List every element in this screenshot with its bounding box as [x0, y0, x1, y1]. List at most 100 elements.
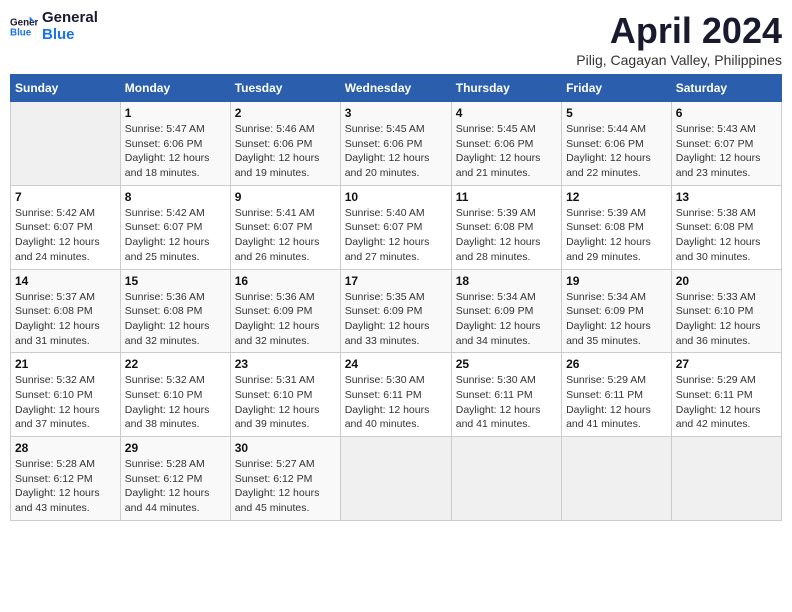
- calendar-cell: 7Sunrise: 5:42 AMSunset: 6:07 PMDaylight…: [11, 185, 121, 269]
- day-number: 18: [456, 274, 557, 288]
- calendar-cell: 9 Sunrise: 5:41 AMSunset: 6:07 PMDaylight…: [230, 185, 340, 269]
- calendar-cell: 17 Sunrise: 5:35 AMSunset: 6:09 PMDayligh…: [340, 269, 451, 353]
- logo-icon: General Blue: [10, 13, 38, 41]
- day-info: Sunrise: 5:34 AMSunset: 6:09 PMDaylight:…: [456, 290, 557, 349]
- calendar-cell: [451, 437, 561, 521]
- weekday-header: Sunday: [11, 75, 121, 102]
- day-number: 17: [345, 274, 447, 288]
- day-number: 7: [15, 190, 116, 204]
- day-number: 22: [125, 357, 226, 371]
- calendar-week-row: 14Sunrise: 5:37 AMSunset: 6:08 PMDayligh…: [11, 269, 782, 353]
- calendar-cell: 16Sunrise: 5:36 AMSunset: 6:09 PMDayligh…: [230, 269, 340, 353]
- day-number: 24: [345, 357, 447, 371]
- calendar-cell: [562, 437, 672, 521]
- calendar-cell: [11, 102, 121, 186]
- day-number: 30: [235, 441, 336, 455]
- calendar-cell: 10 Sunrise: 5:40 AMSunset: 6:07 PMDayligh…: [340, 185, 451, 269]
- day-info: Sunrise: 5:35 AMSunset: 6:09 PMDaylight:…: [345, 290, 447, 349]
- day-number: 3: [345, 106, 447, 120]
- calendar-table: SundayMondayTuesdayWednesdayThursdayFrid…: [10, 74, 782, 521]
- day-number: 23: [235, 357, 336, 371]
- calendar-cell: 21Sunrise: 5:32 AMSunset: 6:10 PMDayligh…: [11, 353, 121, 437]
- calendar-cell: 19 Sunrise: 5:34 AMSunset: 6:09 PMDayligh…: [562, 269, 672, 353]
- weekday-header: Friday: [562, 75, 672, 102]
- calendar-cell: 29Sunrise: 5:28 AMSunset: 6:12 PMDayligh…: [120, 437, 230, 521]
- calendar-cell: 30 Sunrise: 5:27 AMSunset: 6:12 PMDayligh…: [230, 437, 340, 521]
- calendar-week-row: 7 Sunrise: 5:42 AMSunset: 6:07 PMDaylight…: [11, 185, 782, 269]
- calendar-week-row: 21 Sunrise: 5:32 AMSunset: 6:10 PMDayligh…: [11, 353, 782, 437]
- calendar-cell: 20 Sunrise: 5:33 AMSunset: 6:10 PMDayligh…: [671, 269, 781, 353]
- day-info: Sunrise: 5:34 AMSunset: 6:09 PMDaylight:…: [566, 290, 667, 349]
- calendar-cell: 14Sunrise: 5:37 AMSunset: 6:08 PMDayligh…: [11, 269, 121, 353]
- calendar-cell: 24 Sunrise: 5:30 AMSunset: 6:11 PMDayligh…: [340, 353, 451, 437]
- day-number: 6: [676, 106, 777, 120]
- day-number: 19: [566, 274, 667, 288]
- day-info: Sunrise: 5:42 AMSunset: 6:07 PMDaylight:…: [125, 206, 226, 265]
- calendar-cell: 11 Sunrise: 5:39 AMSunset: 6:08 PMDayligh…: [451, 185, 561, 269]
- calendar-cell: 26 Sunrise: 5:29 AMSunset: 6:11 PMDayligh…: [562, 353, 672, 437]
- weekday-header: Wednesday: [340, 75, 451, 102]
- calendar-cell: 28 Sunrise: 5:28 AMSunset: 6:12 PMDayligh…: [11, 437, 121, 521]
- day-info: Sunrise: 5:39 AMSunset: 6:08 PMDaylight:…: [566, 206, 667, 265]
- day-info: Sunrise: 5:40 AMSunset: 6:07 PMDaylight:…: [345, 206, 447, 265]
- day-info: Sunrise: 5:44 AMSunset: 6:06 PMDaylight:…: [566, 122, 667, 181]
- day-info: Sunrise: 5:28 AMSunset: 6:12 PMDaylight:…: [125, 457, 226, 516]
- day-info: Sunrise: 5:29 AMSunset: 6:11 PMDaylight:…: [566, 373, 667, 432]
- day-number: 26: [566, 357, 667, 371]
- day-info: Sunrise: 5:29 AMSunset: 6:11 PMDaylight:…: [676, 373, 777, 432]
- day-number: 12: [566, 190, 667, 204]
- day-number: 25: [456, 357, 557, 371]
- day-info: Sunrise: 5:45 AMSunset: 6:06 PMDaylight:…: [456, 122, 557, 181]
- calendar-cell: 3 Sunrise: 5:45 AMSunset: 6:06 PMDaylight…: [340, 102, 451, 186]
- day-number: 11: [456, 190, 557, 204]
- day-info: Sunrise: 5:27 AMSunset: 6:12 PMDaylight:…: [235, 457, 336, 516]
- day-info: Sunrise: 5:41 AMSunset: 6:07 PMDaylight:…: [235, 206, 336, 265]
- weekday-header: Saturday: [671, 75, 781, 102]
- day-number: 28: [15, 441, 116, 455]
- day-number: 27: [676, 357, 777, 371]
- day-number: 5: [566, 106, 667, 120]
- title-section: April 2024 Pilig, Cagayan Valley, Philip…: [576, 10, 782, 68]
- calendar-cell: 22 Sunrise: 5:32 AMSunset: 6:10 PMDayligh…: [120, 353, 230, 437]
- weekday-header: Tuesday: [230, 75, 340, 102]
- day-info: Sunrise: 5:28 AMSunset: 6:12 PMDaylight:…: [15, 457, 116, 516]
- calendar-cell: 27 Sunrise: 5:29 AMSunset: 6:11 PMDayligh…: [671, 353, 781, 437]
- day-info: Sunrise: 5:39 AMSunset: 6:08 PMDaylight:…: [456, 206, 557, 265]
- weekday-header: Thursday: [451, 75, 561, 102]
- day-number: 13: [676, 190, 777, 204]
- logo: General Blue General Blue: [10, 10, 98, 43]
- day-number: 15: [125, 274, 226, 288]
- day-info: Sunrise: 5:37 AMSunset: 6:08 PMDaylight:…: [15, 290, 116, 349]
- day-number: 4: [456, 106, 557, 120]
- day-number: 21: [15, 357, 116, 371]
- calendar-cell: 12 Sunrise: 5:39 AMSunset: 6:08 PMDayligh…: [562, 185, 672, 269]
- day-number: 2: [235, 106, 336, 120]
- day-number: 1: [125, 106, 226, 120]
- day-info: Sunrise: 5:45 AMSunset: 6:06 PMDaylight:…: [345, 122, 447, 181]
- logo-general: General: [42, 9, 98, 26]
- day-info: Sunrise: 5:47 AMSunset: 6:06 PMDaylight:…: [125, 122, 226, 181]
- day-info: Sunrise: 5:30 AMSunset: 6:11 PMDaylight:…: [456, 373, 557, 432]
- day-info: Sunrise: 5:43 AMSunset: 6:07 PMDaylight:…: [676, 122, 777, 181]
- day-info: Sunrise: 5:38 AMSunset: 6:08 PMDaylight:…: [676, 206, 777, 265]
- day-info: Sunrise: 5:33 AMSunset: 6:10 PMDaylight:…: [676, 290, 777, 349]
- logo-blue: Blue: [42, 26, 75, 43]
- day-number: 20: [676, 274, 777, 288]
- weekday-header-row: SundayMondayTuesdayWednesdayThursdayFrid…: [11, 75, 782, 102]
- day-number: 10: [345, 190, 447, 204]
- page-header: General Blue General Blue April 2024 Pil…: [10, 10, 782, 68]
- day-number: 16: [235, 274, 336, 288]
- calendar-week-row: 28 Sunrise: 5:28 AMSunset: 6:12 PMDayligh…: [11, 437, 782, 521]
- calendar-cell: 13 Sunrise: 5:38 AMSunset: 6:08 PMDayligh…: [671, 185, 781, 269]
- calendar-cell: 18 Sunrise: 5:34 AMSunset: 6:09 PMDayligh…: [451, 269, 561, 353]
- day-info: Sunrise: 5:31 AMSunset: 6:10 PMDaylight:…: [235, 373, 336, 432]
- calendar-cell: 8Sunrise: 5:42 AMSunset: 6:07 PMDaylight…: [120, 185, 230, 269]
- calendar-cell: 15 Sunrise: 5:36 AMSunset: 6:08 PMDayligh…: [120, 269, 230, 353]
- day-number: 9: [235, 190, 336, 204]
- calendar-cell: 2Sunrise: 5:46 AMSunset: 6:06 PMDaylight…: [230, 102, 340, 186]
- calendar-cell: 6 Sunrise: 5:43 AMSunset: 6:07 PMDaylight…: [671, 102, 781, 186]
- day-info: Sunrise: 5:30 AMSunset: 6:11 PMDaylight:…: [345, 373, 447, 432]
- day-info: Sunrise: 5:36 AMSunset: 6:08 PMDaylight:…: [125, 290, 226, 349]
- day-info: Sunrise: 5:32 AMSunset: 6:10 PMDaylight:…: [125, 373, 226, 432]
- calendar-cell: [671, 437, 781, 521]
